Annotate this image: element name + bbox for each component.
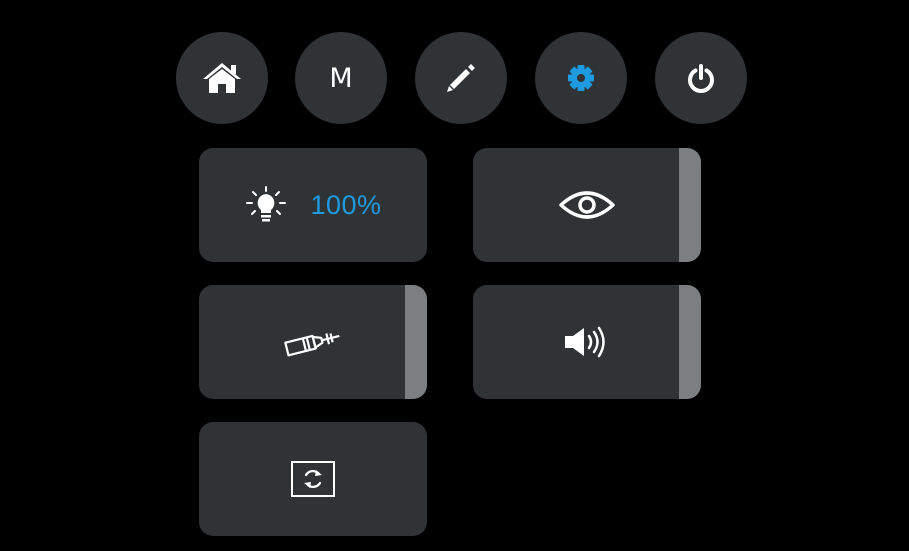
mode-label: M	[329, 62, 353, 94]
tile-edge-indicator	[679, 148, 701, 262]
home-button[interactable]	[176, 32, 268, 124]
brightness-value: 100%	[310, 189, 382, 220]
tile-edge-indicator	[405, 285, 427, 399]
mode-button[interactable]: M	[295, 32, 387, 124]
rotate-tile[interactable]	[199, 422, 427, 536]
tile-edge-indicator	[679, 285, 701, 399]
eye-icon	[559, 191, 615, 219]
speaker-volume-icon	[565, 326, 605, 358]
pencil-icon	[447, 64, 475, 92]
light-bulb-icon	[246, 186, 287, 222]
volume-tile[interactable]	[473, 285, 701, 399]
settings-button[interactable]	[535, 32, 627, 124]
rotate-screen-icon	[291, 461, 335, 497]
edit-button[interactable]	[415, 32, 507, 124]
visibility-tile[interactable]	[473, 148, 701, 262]
power-button[interactable]	[655, 32, 747, 124]
brightness-tile[interactable]: 100%	[199, 148, 427, 262]
control-panel: M 100%	[8, 8, 903, 548]
gear-icon	[568, 65, 594, 91]
syringe-icon	[284, 333, 340, 357]
syringe-tile[interactable]	[199, 285, 427, 399]
power-icon	[688, 64, 714, 93]
home-icon	[203, 63, 241, 93]
